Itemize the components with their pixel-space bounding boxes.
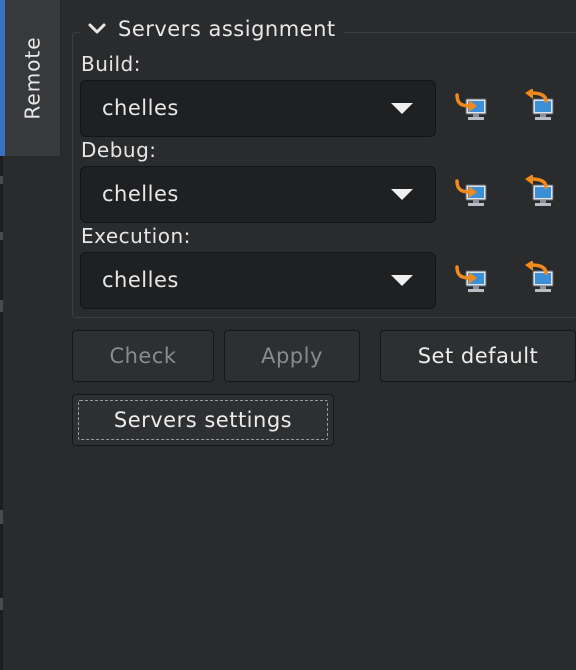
servers-assignment-header[interactable]: Servers assignment [80,14,344,44]
build-server-value: chelles [102,96,179,120]
tab-remote-label: Remote [21,36,46,120]
build-label: Build: [81,52,141,76]
servers-settings-button[interactable]: Servers settings [72,394,334,446]
group-title: Servers assignment [118,17,336,41]
edge-mark [0,232,3,240]
check-button-label: Check [109,344,177,368]
servers-settings-button-label: Servers settings [113,408,293,432]
chevron-down-icon [391,103,413,114]
debug-label: Debug: [81,138,157,162]
build-server-select[interactable]: chelles [80,80,436,137]
set-default-button-label: Set default [417,344,539,368]
edge-mark [0,176,3,184]
server-download-icon[interactable] [522,89,556,123]
chevron-down-icon [391,275,413,286]
server-upload-icon[interactable] [455,261,489,295]
set-default-button[interactable]: Set default [380,330,576,382]
execution-server-value: chelles [102,268,179,292]
chevron-down-icon [88,23,106,34]
edge-mark [0,300,3,312]
server-upload-icon[interactable] [455,175,489,209]
tab-remote[interactable]: Remote [5,0,61,156]
edge-mark [0,510,3,524]
debug-server-select[interactable]: chelles [80,166,436,223]
execution-server-select[interactable]: chelles [80,252,436,309]
server-download-icon[interactable] [522,261,556,295]
chevron-down-icon [391,189,413,200]
server-upload-icon[interactable] [455,89,489,123]
debug-server-value: chelles [102,182,179,206]
check-button[interactable]: Check [72,330,214,382]
edge-mark [0,598,3,610]
execution-label: Execution: [81,224,191,248]
remote-panel: Remote Servers assignment Build: chelles… [0,0,576,670]
server-download-icon[interactable] [522,175,556,209]
apply-button[interactable]: Apply [224,330,360,382]
apply-button-label: Apply [261,344,323,368]
